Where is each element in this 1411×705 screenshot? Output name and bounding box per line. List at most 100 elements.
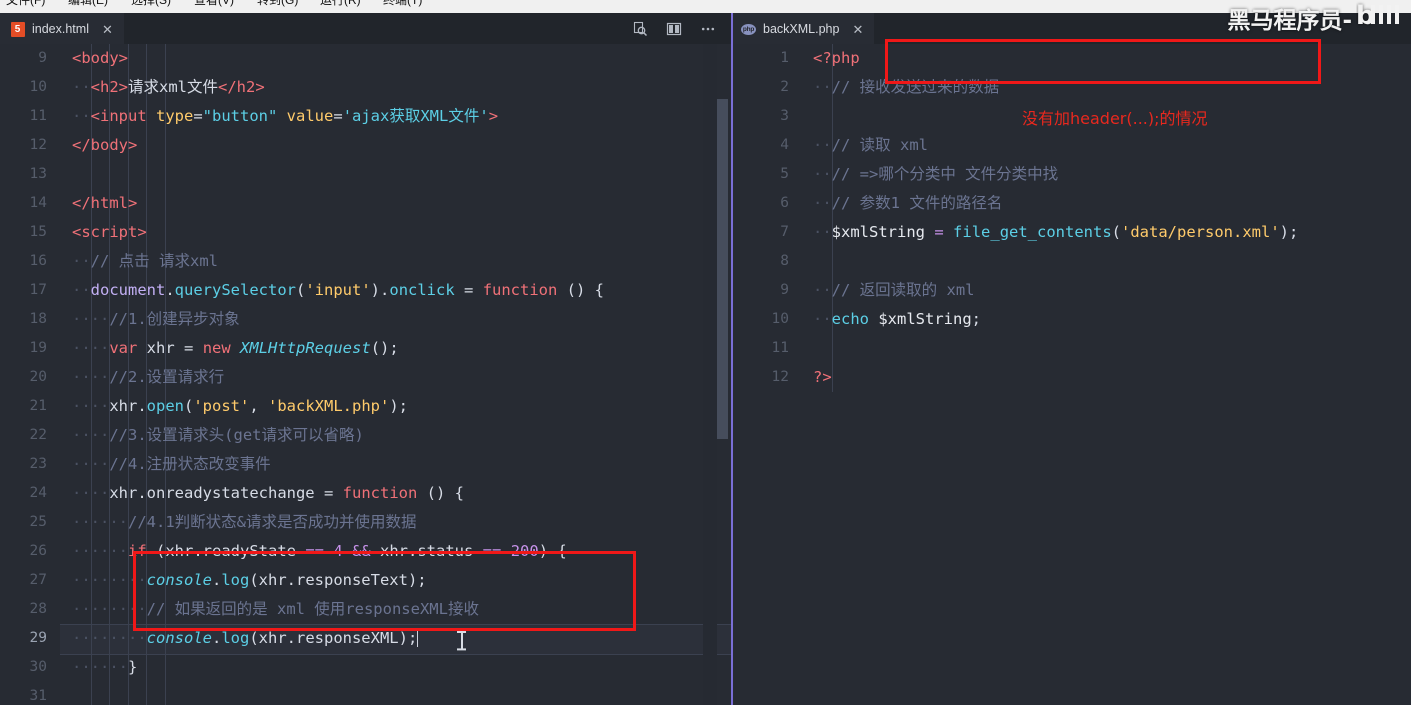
tab-label: backXML.php [763,22,840,36]
code-line[interactable]: 23 ····//4.注册状态改变事件 [0,450,731,479]
code-text: <?php [813,49,860,67]
code-text: ····xhr.open('post', 'backXML.php'); [72,397,409,415]
code-line[interactable]: 15 <script> [0,218,731,247]
code-line[interactable]: 5 ··// =>哪个分类中 文件分类中找 [731,160,1411,189]
code-line[interactable]: 12 ?> [731,363,1411,392]
line-number: 9 [780,282,789,298]
code-line[interactable]: 11 [731,334,1411,363]
code-text: ··// 返回读取的 xml [813,281,975,299]
code-line[interactable]: 7 ··$xmlString = file_get_contents('data/… [731,218,1411,247]
code-line[interactable]: 30 ······} [0,653,731,682]
code-line[interactable]: 8 [731,247,1411,276]
close-icon[interactable]: ✕ [852,23,863,36]
code-text: ··// =>哪个分类中 文件分类中找 [813,165,1059,183]
code-text: ··// 参数1 文件的路径名 [813,194,1003,212]
code-text: ········// 如果返回的是 xml 使用responseXML接收 [72,600,479,618]
line-number: 18 [29,311,47,327]
code-line[interactable]: 29 ········console.log(xhr.responseXML); [0,624,731,655]
open-preview-icon[interactable] [631,20,648,37]
code-line[interactable]: 2 ··// 接收发送过来的数据 [731,73,1411,102]
code-text: ··// 点击 请求xml [72,252,218,270]
menu-item-3[interactable]: 查看(V) [194,0,234,8]
line-number: 11 [771,340,789,356]
menu-bar-strip[interactable]: 文件(F) 编辑(E) 选择(S) 查看(V) 转到(G) 运行(R) 终端(T… [0,0,1411,13]
tab-label: index.html [32,22,89,36]
code-line[interactable]: 17 ··document.querySelector('input').oncl… [0,276,731,305]
text-caret [417,628,419,647]
split-editor-icon[interactable] [665,20,682,37]
code-line[interactable]: 12 </body> [0,131,731,160]
code-line[interactable]: 24 ····xhr.onreadystatechange = function … [0,479,731,508]
code-line[interactable]: 13 [0,160,731,189]
line-number: 2 [780,79,789,95]
line-number: 3 [780,108,789,124]
code-line[interactable]: 4 ··// 读取 xml [731,131,1411,160]
code-line[interactable]: 18 ····//1.创建异步对象 [0,305,731,334]
code-line[interactable]: 1 <?php [731,44,1411,73]
code-text: </html> [72,194,138,212]
code-line[interactable]: 16 ··// 点击 请求xml [0,247,731,276]
code-text: ··<h2>请求xml文件</h2> [72,78,265,96]
watermark: 黑马程序员- b [1227,0,1408,36]
line-number: 26 [29,543,47,559]
code-line[interactable]: 6 ··// 参数1 文件的路径名 [731,189,1411,218]
line-number: 29 [29,630,47,646]
tab-backxml-php[interactable]: php backXML.php ✕ [731,13,875,44]
line-number: 12 [771,369,789,385]
code-line[interactable]: 21 ····xhr.open('post', 'backXML.php'); [0,392,731,421]
menu-item-4[interactable]: 转到(G) [257,0,298,8]
bilibili-logo-icon: b [1356,0,1408,36]
code-line[interactable]: 28 ········// 如果返回的是 xml 使用responseXML接收 [0,595,731,624]
code-line[interactable]: 10 ··echo $xmlString; [731,305,1411,334]
line-number: 16 [29,253,47,269]
code-line[interactable]: 27 ········console.log(xhr.responseText); [0,566,731,595]
line-number: 10 [29,79,47,95]
code-text: ········console.log(xhr.responseXML); [72,628,419,647]
line-number: 12 [29,137,47,153]
code-line[interactable]: 26 ······if (xhr.readyState == 4 && xhr.s… [0,537,731,566]
code-line[interactable]: 11 ··<input type="button" value='ajax获取XM… [0,102,731,131]
code-line[interactable]: 31 [0,682,731,705]
tab-bar-left: 5 index.html ✕ [0,13,731,44]
code-line[interactable]: 20 ····//2.设置请求行 [0,363,731,392]
line-number: 20 [29,369,47,385]
watermark-text: 黑马程序员- [1227,8,1352,34]
code-line[interactable]: 10 ··<h2>请求xml文件</h2> [0,73,731,102]
scrollbar-thumb [717,99,728,439]
code-line[interactable]: 22 ····//3.设置请求头(get请求可以省略) [0,421,731,450]
line-number: 13 [29,166,47,182]
code-text: ··document.querySelector('input').onclic… [72,281,605,299]
code-text: ····//2.设置请求行 [72,368,225,386]
menu-item-2[interactable]: 选择(S) [131,0,171,8]
line-number: 27 [29,572,47,588]
line-number: 7 [780,224,789,240]
code-line[interactable]: 9 ··// 返回读取的 xml [731,276,1411,305]
menu-item-1[interactable]: 编辑(E) [68,0,108,8]
code-line[interactable]: 19 ····var xhr = new XMLHttpRequest(); [0,334,731,363]
close-icon[interactable]: ✕ [102,23,113,36]
code-line[interactable]: 14 </html> [0,189,731,218]
code-editor-left[interactable]: 9 <body> 10 ··<h2>请求xml文件</h2> 11 ··<input ty… [0,44,731,705]
code-text: ··<input type="button" value='ajax获取XML文… [72,107,499,125]
line-number: 19 [29,340,47,356]
menu-item-0[interactable]: 文件(F) [6,0,45,8]
code-text: ?> [813,368,832,386]
line-number: 8 [780,253,789,269]
more-actions-icon[interactable] [699,20,716,37]
menu-item-6[interactable]: 终端(T) [383,0,422,8]
code-text: ··// 读取 xml [813,136,928,154]
menu-item-5[interactable]: 运行(R) [320,0,361,8]
code-text: ····//1.创建异步对象 [72,310,240,328]
code-line[interactable]: 25 ······//4.1判断状态&请求是否成功并使用数据 [0,508,731,537]
editor-actions-left [631,13,731,44]
vertical-scrollbar-left[interactable] [717,44,729,705]
line-number: 30 [29,659,47,675]
code-text: ··echo $xmlString; [813,310,982,328]
line-number: 17 [29,282,47,298]
tab-index-html[interactable]: 5 index.html ✕ [0,13,124,44]
code-editor-right[interactable]: 1 <?php 2 ··// 接收发送过来的数据 3 4 ··// 读取 xml 5 ··// … [731,44,1411,705]
code-line[interactable]: 9 <body> [0,44,731,73]
code-text: <script> [72,223,147,241]
editor-group-right: php backXML.php ✕ 1 <?php 2 ··// 接收发送过来的数据 3… [731,13,1411,705]
code-text: ······//4.1判断状态&请求是否成功并使用数据 [72,513,417,531]
